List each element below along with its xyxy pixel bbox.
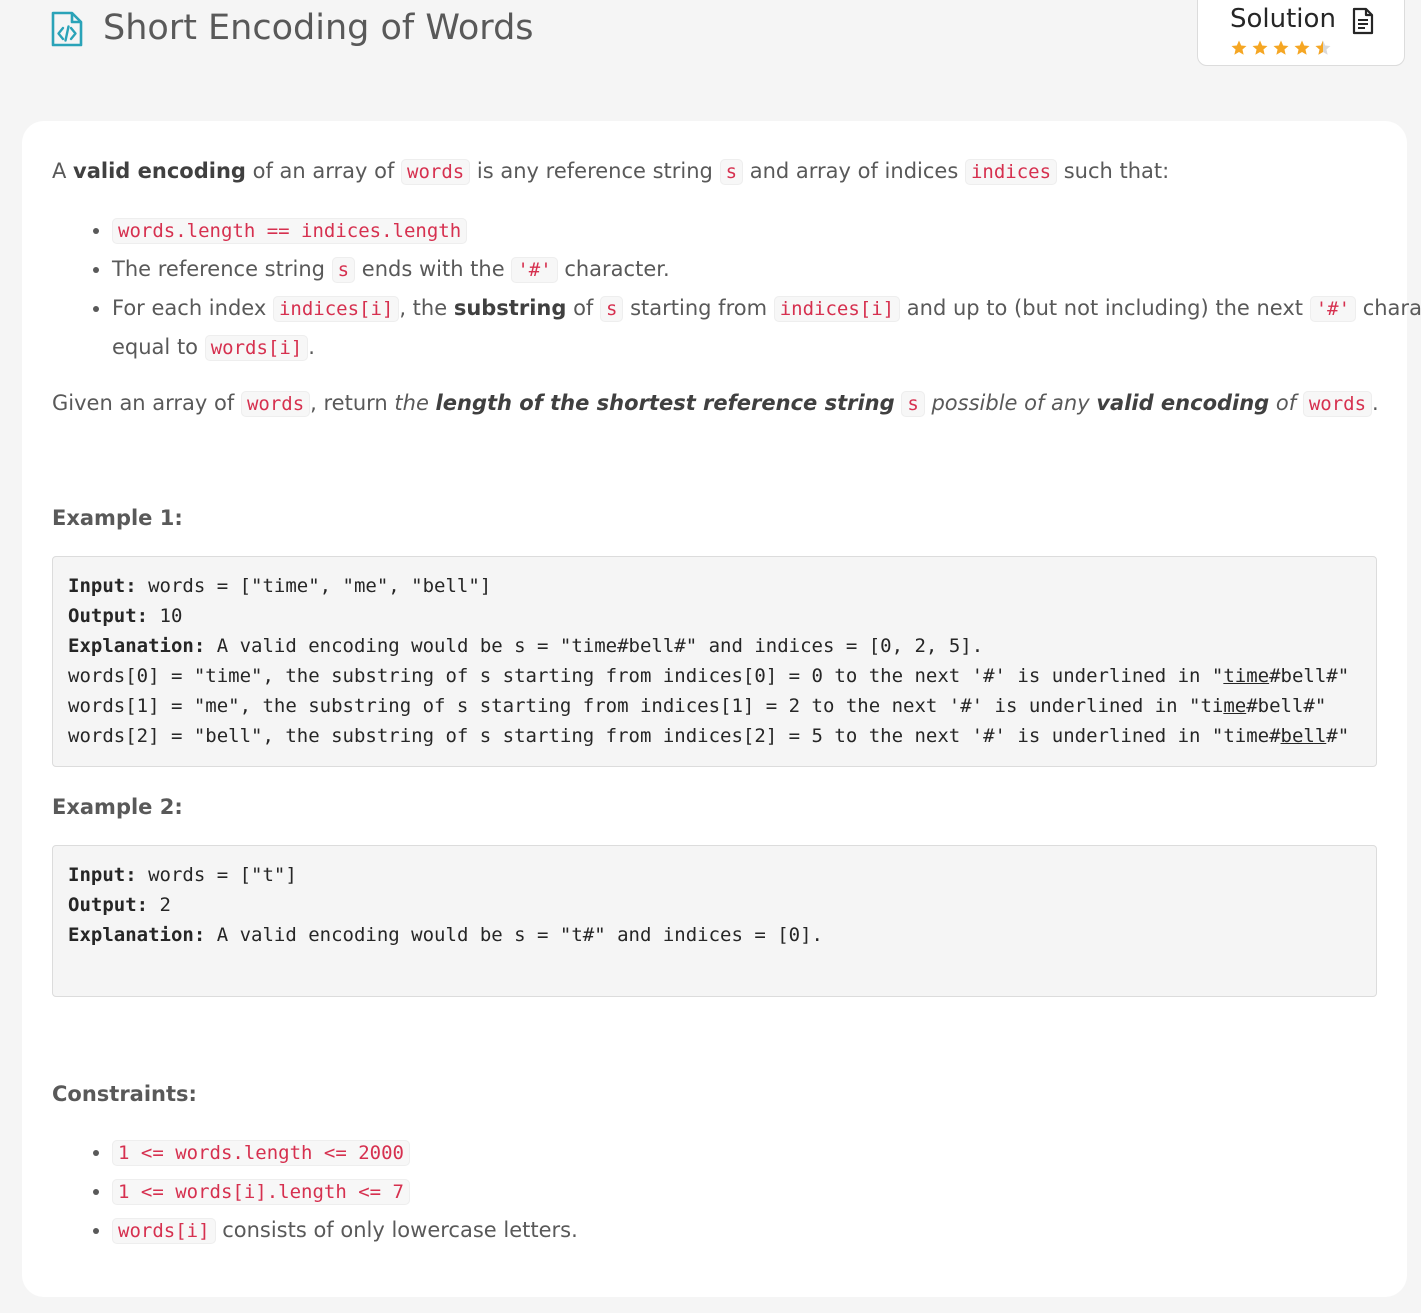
- inline-code: words.length == indices.length: [112, 218, 468, 244]
- inline-code: words: [1302, 391, 1373, 417]
- document-icon: [1352, 7, 1374, 35]
- star-icon: [1231, 40, 1247, 55]
- bold-text: valid encoding: [73, 159, 246, 183]
- inline-code: s: [901, 391, 925, 417]
- task-paragraph: Given an array of words, return the leng…: [52, 391, 1379, 417]
- inline-code: words: [240, 391, 311, 417]
- underlined-substring: bell: [1280, 725, 1327, 747]
- example-1-block: Input: words = ["time", "me", "bell"] Ou…: [52, 556, 1377, 767]
- underlined-substring: time: [1223, 665, 1270, 687]
- inline-code: '#': [1309, 296, 1357, 322]
- inline-code: s: [719, 159, 744, 185]
- requirements-list: words.length == indices.length The refer…: [52, 211, 1421, 367]
- code-file-icon: [51, 11, 83, 47]
- rating-stars: [1230, 39, 1332, 57]
- inline-code: indices: [964, 159, 1058, 185]
- inline-code: 1 <= words.length <= 2000: [112, 1140, 410, 1166]
- example-title: Example 1:: [52, 506, 183, 530]
- solution-button[interactable]: Solution: [1197, 0, 1405, 66]
- inline-code: indices[i]: [272, 296, 400, 322]
- star-icon: [1273, 40, 1289, 55]
- inline-code: words[i]: [204, 335, 309, 361]
- description-paragraph: A valid encoding of an array of words is…: [52, 159, 1170, 185]
- inline-code: indices[i]: [773, 296, 901, 322]
- list-item: The reference string s ends with the '#'…: [112, 250, 1412, 289]
- constraints-title: Constraints:: [52, 1082, 197, 1106]
- inline-code: s: [599, 296, 624, 322]
- half-star-icon: [1315, 40, 1331, 55]
- star-icon: [1252, 40, 1268, 55]
- example-title: Example 2:: [52, 795, 183, 819]
- bold-text: substring: [453, 296, 567, 320]
- list-item: 1 <= words.length <= 2000: [112, 1133, 578, 1172]
- constraints-list: 1 <= words.length <= 2000 1 <= words[i].…: [52, 1133, 578, 1250]
- bold-italic-text: valid encoding: [1096, 391, 1270, 415]
- list-item: 1 <= words[i].length <= 7: [112, 1172, 578, 1211]
- inline-code: words[i]: [112, 1218, 216, 1244]
- inline-code: s: [331, 257, 356, 283]
- underlined-substring: me: [1223, 695, 1247, 717]
- star-icon: [1294, 40, 1310, 55]
- inline-code: '#': [511, 257, 558, 283]
- solution-label: Solution: [1230, 4, 1336, 34]
- bold-italic-text: length of the shortest reference string: [435, 391, 895, 415]
- list-item: For each index indices[i], the substring…: [112, 289, 1421, 367]
- example-2-block: Input: words = ["t"] Output: 2 Explanati…: [52, 845, 1377, 997]
- problem-header: Short Encoding of Words Solution: [0, 0, 1421, 110]
- inline-code: 1 <= words[i].length <= 7: [112, 1179, 410, 1205]
- problem-description-card: A valid encoding of an array of words is…: [22, 121, 1421, 1297]
- page-title: Short Encoding of Words: [103, 8, 534, 48]
- list-item: words[i] consists of only lowercase lett…: [112, 1211, 578, 1250]
- list-item: words.length == indices.length: [112, 211, 1412, 250]
- inline-code: words: [401, 159, 471, 185]
